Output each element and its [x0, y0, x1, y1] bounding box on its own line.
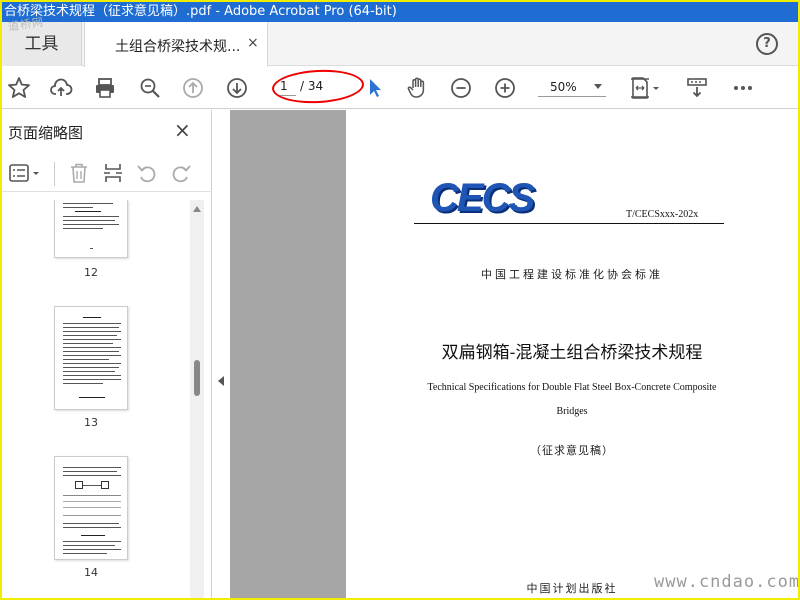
thumbnail-label: 13 — [84, 416, 98, 429]
thumbnail-scrollbar[interactable] — [190, 200, 204, 598]
thumbnail-toolbar — [2, 154, 212, 192]
hand-icon[interactable] — [404, 75, 430, 101]
delete-page-icon[interactable] — [66, 160, 92, 186]
scroll-thumb[interactable] — [194, 360, 200, 396]
watermark-bottom: www.cndao.com — [654, 572, 798, 592]
document-title: 双扁钢箱-混凝土组合桥梁技术规程 — [441, 343, 703, 363]
insert-page-icon[interactable] — [100, 160, 126, 186]
tab-document-label: 土组合桥梁技术规... — [115, 39, 241, 55]
close-panel-icon[interactable]: × — [174, 118, 191, 142]
page-up-icon[interactable] — [180, 75, 206, 101]
draft-note: （征求意见稿） — [530, 444, 614, 457]
header-rule — [414, 223, 724, 224]
window-title: 合桥梁技术规程（征求意见稿）.pdf - Adobe Acrobat Pro (… — [4, 4, 397, 19]
help-icon[interactable]: ? — [756, 33, 778, 55]
cecs-logo: CECS — [430, 176, 535, 220]
english-title: Technical Specifications for Double Flat… — [406, 376, 738, 424]
rotate-right-icon[interactable] — [168, 160, 194, 186]
pdf-page: CECS T/CECSxxx-202x 中国工程建设标准化协会标准 双扁钢箱-混… — [346, 110, 798, 598]
zoom-out-search-icon[interactable] — [137, 75, 163, 101]
thumbnail-page[interactable] — [54, 456, 128, 560]
panel-title: 页面缩略图 — [8, 124, 84, 142]
close-tab-icon[interactable]: × — [247, 35, 259, 51]
zoom-out-icon[interactable] — [448, 75, 474, 101]
tab-bar: 工具 土组合桥梁技术规... × ? — [2, 22, 798, 67]
toolbar: / 34 50% — [2, 67, 798, 109]
select-arrow-icon[interactable] — [362, 75, 388, 101]
zoom-dropdown-icon[interactable] — [594, 84, 602, 89]
zoom-in-icon[interactable] — [492, 75, 518, 101]
upload-icon[interactable] — [48, 75, 74, 101]
fit-page-icon[interactable] — [628, 75, 662, 101]
collapse-panel-icon[interactable] — [218, 376, 224, 386]
tab-document[interactable]: 土组合桥梁技术规... × — [84, 22, 268, 67]
thumbnail-page[interactable] — [54, 306, 128, 410]
star-icon[interactable] — [6, 75, 32, 101]
english-title-line1: Technical Specifications for Double Flat… — [427, 382, 717, 393]
document-view[interactable]: CECS T/CECSxxx-202x 中国工程建设标准化协会标准 双扁钢箱-混… — [230, 110, 798, 598]
english-title-line2: Bridges — [556, 406, 588, 417]
rotate-left-icon[interactable] — [134, 160, 160, 186]
thumbnail-label: 12 — [84, 266, 98, 279]
toolbar-divider — [54, 162, 55, 186]
standard-number: T/CECSxxx-202x — [626, 209, 699, 220]
page-thumbnails-panel: 页面缩略图 × 12 13 14 — [2, 110, 212, 598]
thumbnail-label: 14 — [84, 566, 98, 579]
acrobat-window: 合桥梁技术规程（征求意见稿）.pdf - Adobe Acrobat Pro (… — [2, 2, 798, 598]
association-line: 中国工程建设标准化协会标准 — [481, 268, 663, 281]
print-icon[interactable] — [92, 75, 118, 101]
scroll-up-icon[interactable] — [193, 206, 201, 212]
page-down-icon[interactable] — [224, 75, 250, 101]
more-icon[interactable] — [730, 75, 756, 101]
thumbnail-page[interactable] — [54, 200, 128, 258]
window-title-bar: 合桥梁技术规程（征求意见稿）.pdf - Adobe Acrobat Pro (… — [2, 2, 798, 22]
thumbnail-list: 12 13 14 — [2, 200, 190, 598]
thumbnail-options-icon[interactable] — [8, 160, 44, 186]
scroll-mode-icon[interactable] — [684, 75, 710, 101]
